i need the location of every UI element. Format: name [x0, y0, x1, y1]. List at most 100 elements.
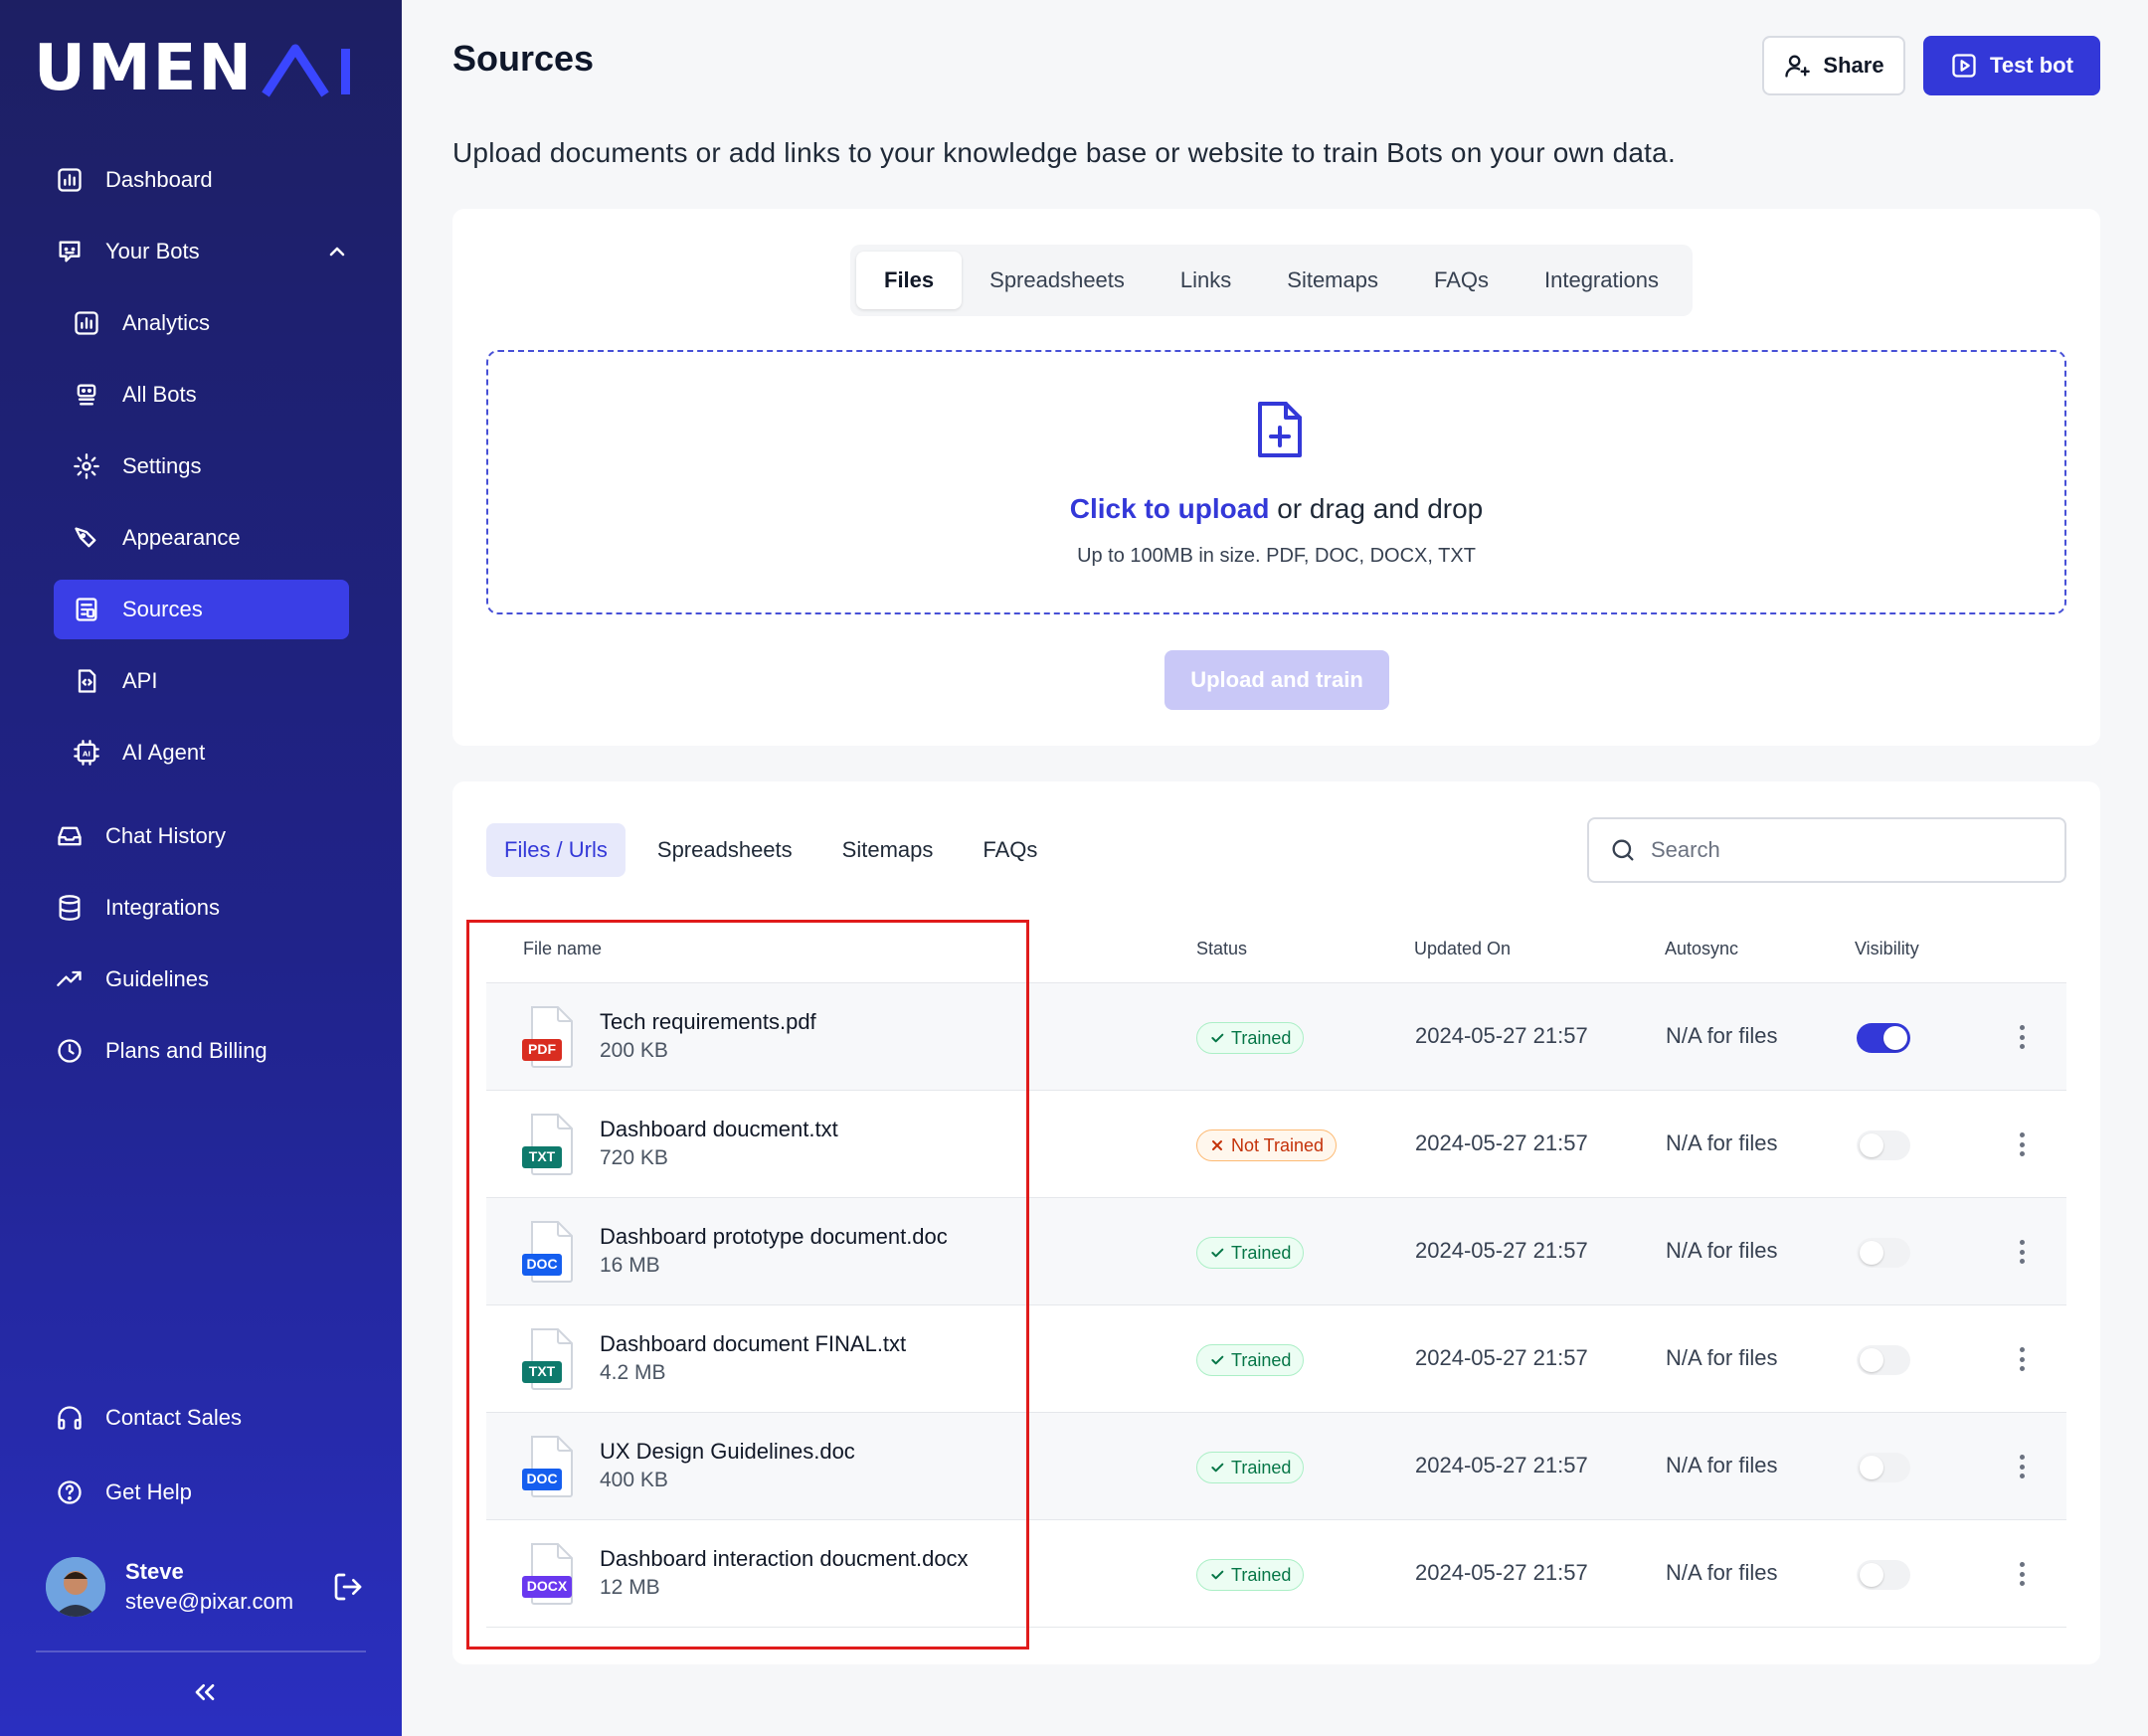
sidebar-item-label: Settings [122, 453, 202, 478]
share-button[interactable]: Share [1762, 36, 1905, 95]
file-type-label: DOC [526, 1256, 558, 1272]
more-options-icon[interactable] [2012, 1341, 2032, 1377]
tab-sitemaps[interactable]: Sitemaps [1259, 252, 1406, 309]
visibility-toggle[interactable] [1857, 1238, 1910, 1268]
status-label: Trained [1231, 1349, 1292, 1370]
file-name[interactable]: Dashboard interaction doucment.docx [600, 1546, 969, 1572]
sidebar-item-chat-history[interactable]: Chat History [54, 806, 349, 866]
visibility-toggle[interactable] [1857, 1453, 1910, 1482]
column-header-status: Status [1196, 939, 1248, 958]
sidebar-item-label: Appearance [122, 525, 241, 550]
file-type-label: PDF [528, 1041, 556, 1057]
column-header-autosync: Autosync [1665, 939, 1739, 958]
more-options-icon[interactable] [2012, 1234, 2032, 1270]
file-type-label: TXT [528, 1148, 556, 1164]
sidebar-item-integrations[interactable]: Integrations [54, 878, 349, 938]
status-label: Trained [1231, 1564, 1292, 1585]
brush-icon [71, 522, 102, 554]
sidebar-item-settings[interactable]: Settings [54, 436, 349, 496]
file-name[interactable]: Tech requirements.pdf [600, 1009, 816, 1035]
visibility-toggle[interactable] [1857, 1345, 1910, 1375]
file-type-label: DOC [526, 1471, 558, 1486]
sidebar-item-label: Get Help [105, 1479, 192, 1504]
user-profile[interactable]: Steve steve@pixar.com [46, 1557, 364, 1617]
sidebar-item-all-bots[interactable]: All Bots [54, 365, 349, 425]
sidebar-item-label: Plans and Billing [105, 1038, 268, 1063]
sidebar-item-sources[interactable]: Sources [54, 580, 349, 639]
table-row[interactable]: PDF Tech requirements.pdf 200 KB Trained… [486, 983, 2066, 1091]
list-tab-spreadsheets[interactable]: Spreadsheets [639, 823, 810, 877]
x-icon [1212, 1140, 1222, 1150]
sidebar-item-label: All Bots [122, 382, 197, 407]
file-type-icon: PDF [520, 1005, 576, 1069]
tab-integrations[interactable]: Integrations [1517, 252, 1687, 309]
add-user-icon [1785, 55, 1811, 78]
sidebar-item-analytics[interactable]: Analytics [54, 293, 349, 353]
file-type-icon: DOC [520, 1220, 576, 1284]
sidebar-item-plans-and-billing[interactable]: Plans and Billing [54, 1021, 349, 1081]
column-header-file-name: File name [523, 939, 603, 958]
visibility-toggle[interactable] [1857, 1560, 1910, 1590]
tab-faqs[interactable]: FAQs [1406, 252, 1517, 309]
sidebar-item-your-bots[interactable]: Your Bots [54, 222, 349, 281]
search-box[interactable] [1587, 817, 2066, 883]
sidebar-item-guidelines[interactable]: Guidelines [54, 950, 349, 1009]
file-name[interactable]: Dashboard prototype document.doc [600, 1224, 948, 1250]
sidebar-item-get-help[interactable]: Get Help [54, 1463, 349, 1522]
drag-drop-text: or drag and drop [1269, 493, 1484, 524]
search-input[interactable] [1651, 837, 2049, 863]
upload-dropzone[interactable]: Click to upload or drag and drop Up to 1… [486, 350, 2066, 614]
logo: UMEN [34, 32, 357, 105]
check-icon [1211, 1355, 1224, 1365]
logout-icon[interactable] [332, 1571, 364, 1608]
page-subtitle: Upload documents or add links to your kn… [452, 137, 1676, 168]
sidebar-item-dashboard[interactable]: Dashboard [54, 150, 349, 210]
sidebar-item-appearance[interactable]: Appearance [54, 508, 349, 568]
list-tab-files-urls[interactable]: Files / Urls [486, 823, 626, 877]
visibility-toggle[interactable] [1857, 1023, 1910, 1053]
tab-links[interactable]: Links [1153, 252, 1259, 309]
file-name[interactable]: UX Design Guidelines.doc [600, 1439, 855, 1465]
table-row[interactable]: TXT Dashboard document FINAL.txt 4.2 MB … [486, 1305, 2066, 1413]
status-label: Trained [1231, 1457, 1292, 1477]
more-options-icon[interactable] [2012, 1449, 2032, 1484]
table-row[interactable]: DOCX Dashboard interaction doucment.docx… [486, 1520, 2066, 1628]
more-options-icon[interactable] [2012, 1019, 2032, 1055]
sidebar-item-ai-agent[interactable]: AI AI Agent [54, 723, 349, 782]
autosync-value: N/A for files [1666, 1453, 1778, 1477]
table-row[interactable]: TXT Dashboard doucment.txt 720 KB Not Tr… [486, 1091, 2066, 1198]
upload-and-train-button[interactable]: Upload and train [1164, 650, 1389, 710]
updated-on: 2024-05-27 21:57 [1415, 1238, 1588, 1263]
list-tab-sitemaps[interactable]: Sitemaps [824, 823, 952, 877]
chevron-up-icon[interactable] [325, 240, 349, 269]
visibility-toggle[interactable] [1857, 1130, 1910, 1160]
status-badge: Trained [1196, 1022, 1305, 1054]
headphones-icon [54, 1402, 86, 1434]
click-to-upload-link[interactable]: Click to upload [1070, 493, 1270, 524]
list-tab-faqs[interactable]: FAQs [965, 823, 1055, 877]
sidebar-item-contact-sales[interactable]: Contact Sales [54, 1388, 349, 1448]
tab-spreadsheets[interactable]: Spreadsheets [962, 252, 1153, 309]
file-name[interactable]: Dashboard document FINAL.txt [600, 1331, 906, 1357]
more-options-icon[interactable] [2012, 1556, 2032, 1592]
sidebar-item-api[interactable]: API [54, 651, 349, 711]
test-bot-button[interactable]: Test bot [1923, 36, 2100, 95]
status-badge: Not Trained [1196, 1129, 1338, 1161]
sidebar-item-label: Chat History [105, 823, 227, 848]
bot-message-icon [54, 236, 86, 267]
status-badge: Trained [1196, 1237, 1305, 1269]
check-icon [1211, 1463, 1224, 1473]
clock-icon [54, 1035, 86, 1067]
collapse-sidebar-icon[interactable] [189, 1676, 221, 1713]
upload-card: Files Spreadsheets Links Sitemaps FAQs Integr… [452, 209, 2100, 746]
file-type-icon: TXT [520, 1327, 576, 1391]
tab-files[interactable]: Files [856, 252, 963, 309]
table-row[interactable]: DOC UX Design Guidelines.doc 400 KB Trai… [486, 1413, 2066, 1520]
more-options-icon[interactable] [2012, 1127, 2032, 1162]
sidebar-item-label: Analytics [122, 310, 211, 335]
sidebar-item-label: API [122, 668, 158, 693]
help-icon [54, 1476, 86, 1508]
table-row[interactable]: DOC Dashboard prototype document.doc 16 … [486, 1198, 2066, 1305]
file-name[interactable]: Dashboard doucment.txt [600, 1117, 838, 1142]
search-icon [1612, 839, 1634, 861]
